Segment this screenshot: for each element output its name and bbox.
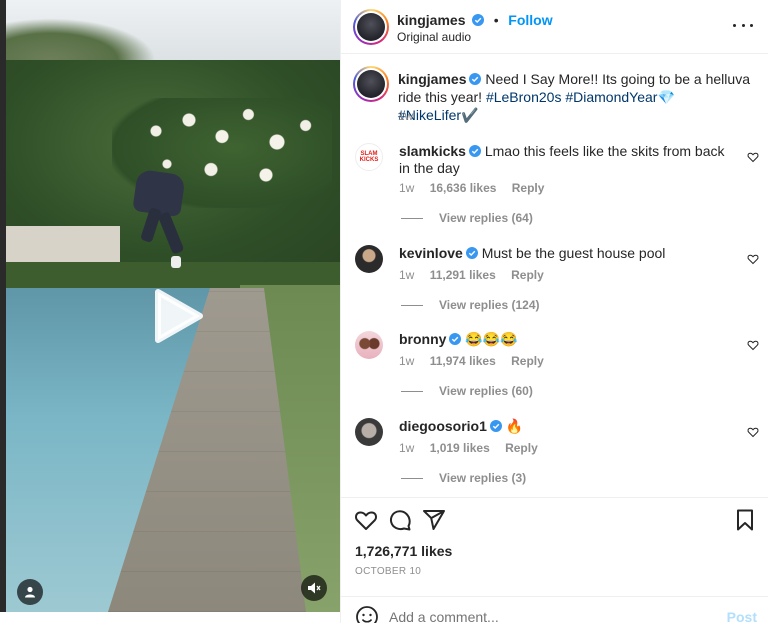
diamond-emoji: 💎 bbox=[657, 89, 675, 105]
caption-age[interactable]: 1w bbox=[398, 109, 413, 123]
post-comment-button[interactable]: Post bbox=[727, 609, 757, 623]
author-avatar[interactable] bbox=[353, 9, 389, 45]
add-comment-bar: Post bbox=[341, 596, 768, 623]
video-player[interactable] bbox=[0, 0, 340, 612]
comment-text: 🔥 bbox=[505, 418, 524, 434]
post-panel: kingjames • Follow Original audio kingja… bbox=[340, 0, 768, 623]
video-left-edge bbox=[0, 0, 6, 612]
play-icon[interactable] bbox=[148, 288, 204, 344]
comment-likes[interactable]: 1,019 likes bbox=[430, 441, 490, 455]
comment-text: 😂😂😂 bbox=[465, 331, 518, 347]
comment-like-heart-icon[interactable] bbox=[747, 426, 759, 438]
separator-dot: • bbox=[493, 12, 499, 28]
comment-username[interactable]: diegoosorio1 bbox=[399, 418, 487, 434]
caption-author-avatar[interactable] bbox=[353, 66, 389, 102]
comment-avatar-bronny[interactable] bbox=[355, 331, 383, 359]
comment-meta: 1w 11,974 likes Reply bbox=[399, 354, 556, 368]
more-horizontal-icon[interactable] bbox=[733, 18, 753, 32]
hashtag-diamondyear[interactable]: #DiamondYear bbox=[565, 89, 657, 105]
comment-body: diegoosorio1 🔥 bbox=[399, 418, 729, 435]
comment-age[interactable]: 1w bbox=[399, 268, 414, 282]
comment-like-heart-icon[interactable] bbox=[747, 151, 759, 163]
comment-likes[interactable]: 11,291 likes bbox=[430, 268, 496, 282]
tagged-user-icon[interactable] bbox=[17, 579, 43, 605]
comment-like-heart-icon[interactable] bbox=[747, 253, 759, 265]
comment-text: Must be the guest house pool bbox=[481, 245, 666, 261]
view-replies-button[interactable]: View replies (124) bbox=[401, 298, 540, 312]
like-heart-icon[interactable] bbox=[354, 508, 378, 532]
comment-reply-button[interactable]: Reply bbox=[511, 268, 544, 282]
slamkicks-logo-text: SLAM KICKS bbox=[359, 151, 379, 163]
save-bookmark-icon[interactable] bbox=[733, 508, 757, 532]
verified-badge-icon bbox=[489, 420, 502, 432]
comment-meta: 1w 1,019 likes Reply bbox=[399, 441, 550, 455]
audio-label[interactable]: Original audio bbox=[397, 30, 471, 44]
comment-age[interactable]: 1w bbox=[399, 441, 414, 455]
hashtag-lebron20s[interactable]: #LeBron20s bbox=[486, 89, 562, 105]
verified-badge-icon bbox=[468, 145, 481, 157]
comment-username[interactable]: kevinlove bbox=[399, 245, 463, 261]
view-replies-button[interactable]: View replies (64) bbox=[401, 211, 533, 225]
view-replies-label: View replies (64) bbox=[439, 211, 533, 225]
comment-likes[interactable]: 16,636 likes bbox=[430, 181, 497, 195]
comment-body: kevinlove Must be the guest house pool bbox=[399, 245, 729, 262]
comment-reply-button[interactable]: Reply bbox=[511, 354, 544, 368]
comment-meta: 1w 16,636 likes Reply bbox=[399, 181, 556, 195]
comment-username[interactable]: bronny bbox=[399, 331, 446, 347]
view-replies-label: View replies (3) bbox=[439, 471, 527, 485]
comment-username[interactable]: slamkicks bbox=[399, 143, 466, 159]
follow-button[interactable]: Follow bbox=[508, 12, 552, 28]
view-replies-label: View replies (124) bbox=[439, 298, 540, 312]
view-replies-button[interactable]: View replies (3) bbox=[401, 471, 526, 485]
comment-like-heart-icon[interactable] bbox=[747, 339, 759, 351]
comment-reply-button[interactable]: Reply bbox=[512, 181, 545, 195]
comment-likes[interactable]: 11,974 likes bbox=[430, 354, 496, 368]
comment-meta: 1w 11,291 likes Reply bbox=[399, 268, 556, 282]
caption-username[interactable]: kingjames bbox=[398, 71, 466, 87]
check-emoji: ✔️ bbox=[461, 107, 479, 123]
share-send-icon[interactable] bbox=[422, 508, 446, 532]
author-username[interactable]: kingjames bbox=[397, 12, 465, 28]
comment-body: slamkicks Lmao this feels like the skits… bbox=[399, 143, 729, 177]
verified-badge-icon bbox=[465, 247, 478, 259]
comment-body: bronny 😂😂😂 bbox=[399, 331, 729, 348]
post-actions bbox=[341, 497, 768, 541]
comment-avatar-diegoosorio1[interactable] bbox=[355, 418, 383, 446]
verified-badge-icon bbox=[469, 73, 482, 85]
comment-input[interactable] bbox=[389, 609, 689, 623]
verified-badge-icon bbox=[472, 14, 485, 26]
caption-text: kingjames Need I Say More!! Its going to… bbox=[398, 70, 753, 124]
comment-reply-button[interactable]: Reply bbox=[505, 441, 538, 455]
emoji-icon[interactable] bbox=[355, 605, 379, 623]
post-date[interactable]: OCTOBER 10 bbox=[355, 566, 421, 577]
video-person-jumping bbox=[127, 168, 187, 268]
view-replies-button[interactable]: View replies (60) bbox=[401, 384, 533, 398]
comment-avatar-slamkicks[interactable]: SLAM KICKS bbox=[355, 143, 383, 171]
verified-badge-icon bbox=[449, 333, 462, 345]
view-replies-label: View replies (60) bbox=[439, 384, 533, 398]
comment-age[interactable]: 1w bbox=[399, 354, 414, 368]
audio-muted-icon[interactable] bbox=[301, 575, 327, 601]
post-header: kingjames • Follow Original audio bbox=[341, 0, 768, 54]
post-likes-count[interactable]: 1,726,771 likes bbox=[355, 543, 452, 559]
comment-bubble-icon[interactable] bbox=[388, 508, 412, 532]
comment-avatar-kevinlove[interactable] bbox=[355, 245, 383, 273]
comment-age[interactable]: 1w bbox=[399, 181, 414, 195]
